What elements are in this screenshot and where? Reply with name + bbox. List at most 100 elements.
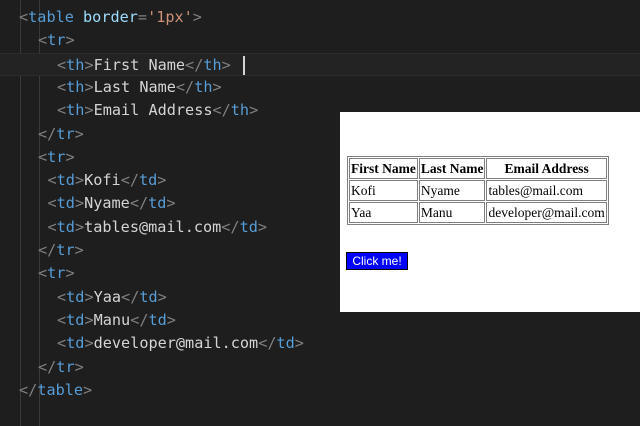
- code-line[interactable]: <td>developer@mail.com</td>: [0, 332, 640, 355]
- code-punctuation: >: [84, 101, 94, 120]
- code-line-content: </tr>: [38, 123, 84, 146]
- code-line[interactable]: </table>: [0, 379, 640, 402]
- code-punctuation: >: [83, 380, 93, 399]
- code-line[interactable]: </tr>: [0, 356, 640, 379]
- code-punctuation: >: [74, 357, 84, 376]
- code-tag-name: th: [66, 77, 85, 96]
- table-cell: developer@mail.com: [486, 202, 607, 223]
- code-tag-name: tr: [47, 31, 66, 50]
- code-line-content: <th>First Name</th>: [57, 54, 245, 77]
- code-punctuation: >: [74, 171, 85, 190]
- code-punctuation: >: [84, 287, 94, 306]
- code-line-content: <tr>: [38, 146, 75, 169]
- code-punctuation: >: [84, 334, 94, 353]
- code-tag-name: th: [194, 77, 213, 96]
- code-punctuation: </: [120, 171, 139, 190]
- code-tag-name: tr: [56, 357, 75, 376]
- table-cell: Kofi: [349, 180, 418, 201]
- code-tag-name: td: [56, 171, 75, 190]
- code-tag-name: td: [138, 171, 158, 190]
- code-punctuation: <: [19, 8, 29, 26]
- code-tag-name: table: [28, 8, 74, 26]
- table-cell: Yaa: [349, 202, 418, 223]
- code-punctuation: >: [84, 310, 94, 329]
- code-line-content: <td>developer@mail.com</td>: [57, 332, 304, 355]
- code-tag-name: tr: [56, 241, 75, 259]
- code-punctuation: >: [157, 171, 167, 190]
- code-punctuation: </: [175, 77, 195, 96]
- code-line[interactable]: <th>Last Name</th>: [0, 76, 640, 99]
- code-text: developer@mail.com: [93, 334, 259, 353]
- code-punctuation: <: [57, 77, 67, 96]
- code-punctuation: </: [121, 287, 140, 306]
- code-line-content: <tr>: [38, 29, 75, 52]
- code-line-content: </tr>: [38, 356, 84, 379]
- code-punctuation: =: [137, 8, 148, 26]
- code-punctuation: >: [65, 264, 75, 283]
- code-text: tables@mail.com: [84, 217, 222, 236]
- code-text: Kofi: [84, 171, 121, 190]
- browser-preview: First Name Last Name Email Address Kofi …: [340, 112, 640, 312]
- click-me-button[interactable]: Click me!: [346, 252, 408, 270]
- code-punctuation: </: [221, 217, 240, 236]
- code-tag-name: td: [148, 194, 167, 213]
- code-line-content: </tr>: [38, 239, 84, 262]
- code-punctuation: >: [74, 241, 84, 259]
- code-punctuation: >: [192, 8, 202, 26]
- table-cell: Nyame: [418, 180, 486, 201]
- code-text: Manu: [93, 310, 131, 329]
- code-text: Email Address: [93, 101, 213, 120]
- text-cursor: [242, 55, 245, 75]
- code-punctuation: >: [212, 77, 222, 96]
- code-tag-name: tr: [47, 264, 66, 283]
- table-row: Kofi Nyame tables@mail.com: [349, 180, 607, 201]
- code-tag-name: tr: [56, 124, 75, 143]
- table-row: Yaa Manu developer@mail.com: [349, 202, 607, 223]
- code-text: First Name: [93, 55, 186, 74]
- code-tag-name: td: [56, 194, 75, 213]
- code-tag-name: th: [230, 101, 250, 120]
- code-line-content: <td>Nyame</td>: [48, 192, 176, 215]
- code-punctuation: >: [65, 147, 75, 166]
- code-punctuation: </: [258, 334, 277, 353]
- code-text: Yaa: [93, 287, 122, 306]
- code-punctuation: >: [65, 31, 75, 50]
- code-punctuation: >: [166, 310, 176, 329]
- code-tag-name: td: [148, 310, 167, 329]
- code-line[interactable]: <th>First Name</th>: [0, 52, 640, 77]
- code-punctuation: </: [38, 357, 57, 376]
- code-punctuation: <: [47, 217, 57, 236]
- code-tag-name: tr: [47, 147, 66, 166]
- code-punctuation: >: [157, 287, 167, 306]
- code-tag-name: td: [239, 217, 258, 236]
- code-punctuation: <: [57, 101, 67, 120]
- code-punctuation: </: [38, 241, 57, 259]
- code-line[interactable]: <td>Manu</td>: [0, 309, 640, 332]
- code-line-content: <tr>: [38, 262, 75, 285]
- code-line[interactable]: <tr>: [0, 29, 640, 52]
- code-punctuation: >: [249, 101, 259, 120]
- code-tag-name: th: [203, 55, 222, 74]
- header-last-name: Last Name: [418, 158, 486, 179]
- code-punctuation: <: [57, 334, 67, 353]
- code-line-content: <td>Kofi</td>: [48, 169, 167, 192]
- code-line-content: <table border='1px'>: [19, 6, 202, 29]
- code-line-content: </table>: [19, 379, 92, 402]
- code-attribute: border: [83, 8, 138, 26]
- code-punctuation: >: [84, 55, 94, 74]
- code-punctuation: >: [74, 217, 85, 236]
- code-punctuation: >: [74, 124, 84, 143]
- code-line[interactable]: <table border='1px'>: [0, 6, 640, 29]
- code-punctuation: </: [38, 124, 57, 143]
- code-text: Nyame: [84, 194, 130, 213]
- code-punctuation: <: [38, 264, 48, 283]
- code-punctuation: </: [212, 101, 231, 120]
- code-tag-name: td: [139, 287, 158, 306]
- code-punctuation: >: [294, 334, 304, 353]
- code-punctuation: >: [166, 194, 176, 213]
- header-email-address: Email Address: [486, 158, 607, 179]
- code-tag-name: th: [66, 55, 85, 74]
- code-string: '1px': [147, 8, 193, 26]
- code-tag-name: td: [276, 334, 295, 353]
